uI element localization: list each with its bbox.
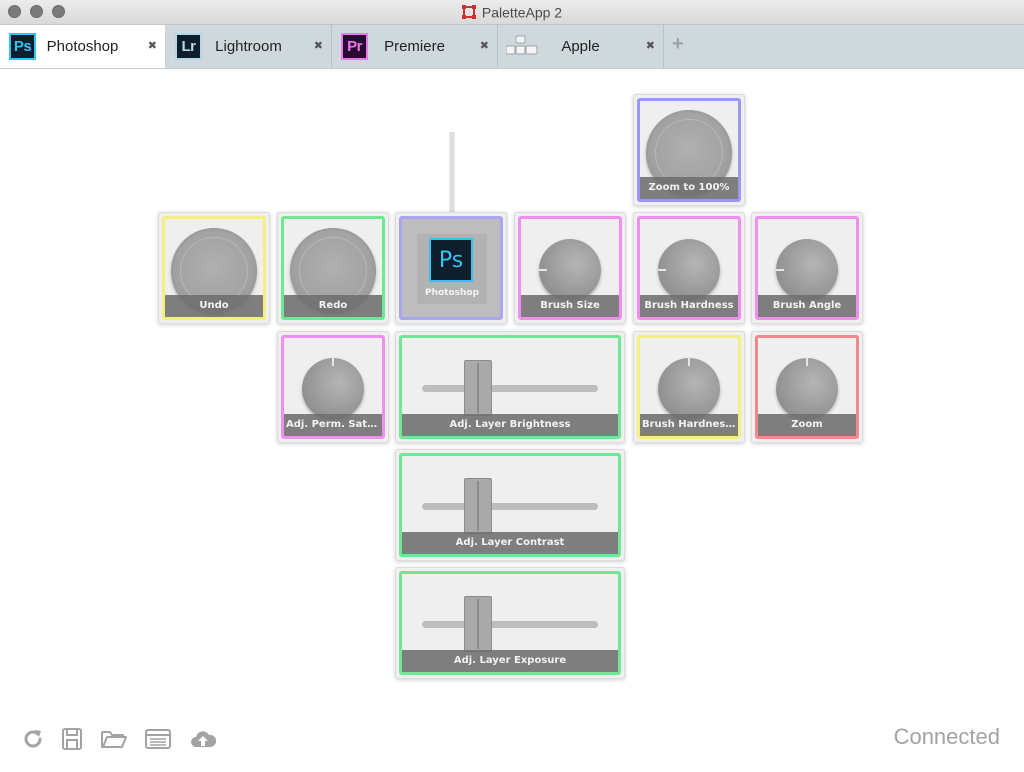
module-zoom[interactable]: Zoom [751,331,863,443]
module-brush-hardness-cr[interactable]: Brush Hardness/Cr... [633,331,745,443]
module-label: Brush Size [521,295,619,317]
dial-knob [776,358,838,420]
add-tab-button[interactable]: + [672,33,684,56]
module-adj-layer-brightness[interactable]: Adj. Layer Brightness [395,331,625,443]
tab-apple[interactable]: Apple ✖ [498,25,664,68]
tab-photoshop[interactable]: Ps Photoshop ✖ [0,25,166,68]
module-brush-angle[interactable]: Brush Angle [751,212,863,324]
title-bar: PaletteApp 2 [0,0,1024,25]
module-label: Brush Angle [758,295,856,317]
slider-track [422,503,598,510]
save-icon[interactable] [61,727,83,756]
module-adj-perm-saturation[interactable]: Adj. Perm. Saturati... [277,331,389,443]
close-tab-icon[interactable]: ✖ [646,39,655,52]
module-label: Brush Hardness/Cr... [640,414,738,436]
close-tab-icon[interactable]: ✖ [148,39,157,52]
module-adj-layer-exposure[interactable]: Adj. Layer Exposure [395,567,625,679]
module-label: Adj. Layer Brightness [402,414,618,436]
tab-label: Apple [561,38,600,55]
module-label: Zoom to 100% [640,177,738,199]
module-label: Adj. Perm. Saturati... [284,414,382,436]
connection-status: Connected [893,724,1000,749]
dial-knob [658,358,720,420]
core-connector [449,132,455,212]
dial-knob [658,239,720,301]
module-label: Undo [165,295,263,317]
slider-track [422,385,598,392]
core-display: Ps Photoshop [417,234,487,304]
tab-label: Premiere [384,38,445,55]
tab-label: Photoshop [46,38,119,55]
close-tab-icon[interactable]: ✖ [480,39,489,52]
close-tab-icon[interactable]: ✖ [314,39,323,52]
module-brush-size[interactable]: Brush Size [514,212,626,324]
module-brush-hardness[interactable]: Brush Hardness [633,212,745,324]
module-label: Redo [284,295,382,317]
module-label: Brush Hardness [640,295,738,317]
refresh-icon[interactable] [21,727,45,756]
tab-premiere[interactable]: Pr Premiere ✖ [332,25,498,68]
module-undo[interactable]: Undo [158,212,270,324]
layout-list-icon[interactable] [145,727,171,756]
tab-lightroom[interactable]: Lr Lightroom ✖ [166,25,332,68]
core-app-name: Photoshop [424,288,480,298]
dial-knob [302,358,364,420]
cloud-upload-icon[interactable] [189,727,217,756]
slider-thumb [464,596,492,652]
open-folder-icon[interactable] [100,727,128,756]
palette-app-icon [461,5,476,20]
photoshop-logo-icon: Ps [429,238,473,282]
dial-knob [539,239,601,301]
tab-label: Lightroom [215,38,282,55]
module-redo[interactable]: Redo [277,212,389,324]
module-label: Adj. Layer Exposure [402,650,618,672]
window-title-text: PaletteApp 2 [481,4,563,21]
slider-thumb [464,360,492,416]
module-zoom-to-100[interactable]: Zoom to 100% [633,94,745,206]
dial-knob [776,239,838,301]
module-label: Adj. Layer Contrast [402,532,618,554]
module-adj-layer-contrast[interactable]: Adj. Layer Contrast [395,449,625,561]
window-title: PaletteApp 2 [0,3,1024,20]
slider-thumb [464,478,492,534]
module-label: Zoom [758,414,856,436]
profile-tab-bar: Ps Photoshop ✖ Lr Lightroom ✖ Pr Premier… [0,25,1024,69]
module-core-photoshop[interactable]: Ps Photoshop [395,212,507,324]
slider-track [422,621,598,628]
